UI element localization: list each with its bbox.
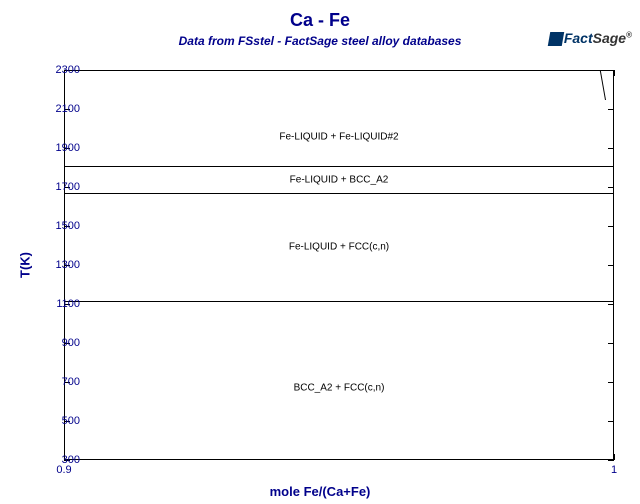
y-tick-mark: [608, 148, 614, 149]
y-tick-mark: [608, 304, 614, 305]
phase-boundary-line: [64, 301, 614, 302]
y-tick-mark: [608, 421, 614, 422]
logo-text-light: Sage: [593, 30, 626, 46]
y-tick-mark: [608, 187, 614, 188]
plot-area: Fe-LIQUID + Fe-LIQUID#2 Fe-LIQUID + BCC_A…: [64, 70, 614, 460]
logo-text-dark: Fact: [564, 30, 593, 46]
y-tick-mark: [608, 265, 614, 266]
logo-reg: ®: [626, 30, 632, 39]
phase-diagram-container: { "title": "Ca - Fe", "subtitle": "Data …: [0, 0, 640, 504]
y-tick-mark: [608, 226, 614, 227]
y-tick-mark: [608, 343, 614, 344]
plot-frame: [64, 70, 614, 460]
x-tick-mark: [614, 454, 615, 460]
x-tick-mark: [614, 70, 615, 76]
y-tick-label: 2300: [40, 64, 80, 76]
phase-boundary-line: [64, 193, 614, 194]
y-tick-label: 1700: [40, 181, 80, 193]
y-tick-label: 500: [40, 415, 80, 427]
x-axis-label: mole Fe/(Ca+Fe): [0, 484, 640, 499]
y-tick-mark: [608, 109, 614, 110]
y-axis-label: T(K): [18, 252, 33, 278]
phase-boundary-line: [64, 166, 614, 167]
factsage-logo: FactSage®: [549, 30, 632, 46]
y-tick-label: 1500: [40, 220, 80, 232]
x-tick-label: 0.9: [56, 464, 71, 476]
y-tick-label: 1300: [40, 259, 80, 271]
y-tick-label: 700: [40, 376, 80, 388]
x-tick-label: 1: [611, 464, 617, 476]
phase-region-label: Fe-LIQUID + BCC_A2: [64, 174, 614, 185]
y-tick-label: 1100: [40, 298, 80, 310]
logo-shape: [548, 32, 564, 46]
y-tick-label: 2100: [40, 103, 80, 115]
phase-region-label: BCC_A2 + FCC(c,n): [64, 382, 614, 393]
phase-region-label: Fe-LIQUID + FCC(c,n): [64, 242, 614, 253]
y-tick-label: 1900: [40, 142, 80, 154]
chart-title: Ca - Fe: [0, 10, 640, 31]
y-tick-label: 900: [40, 337, 80, 349]
chart-subtitle: Data from FSstel - FactSage steel alloy …: [0, 34, 640, 48]
phase-region-label: Fe-LIQUID + Fe-LIQUID#2: [64, 132, 614, 143]
y-tick-mark: [608, 460, 614, 461]
